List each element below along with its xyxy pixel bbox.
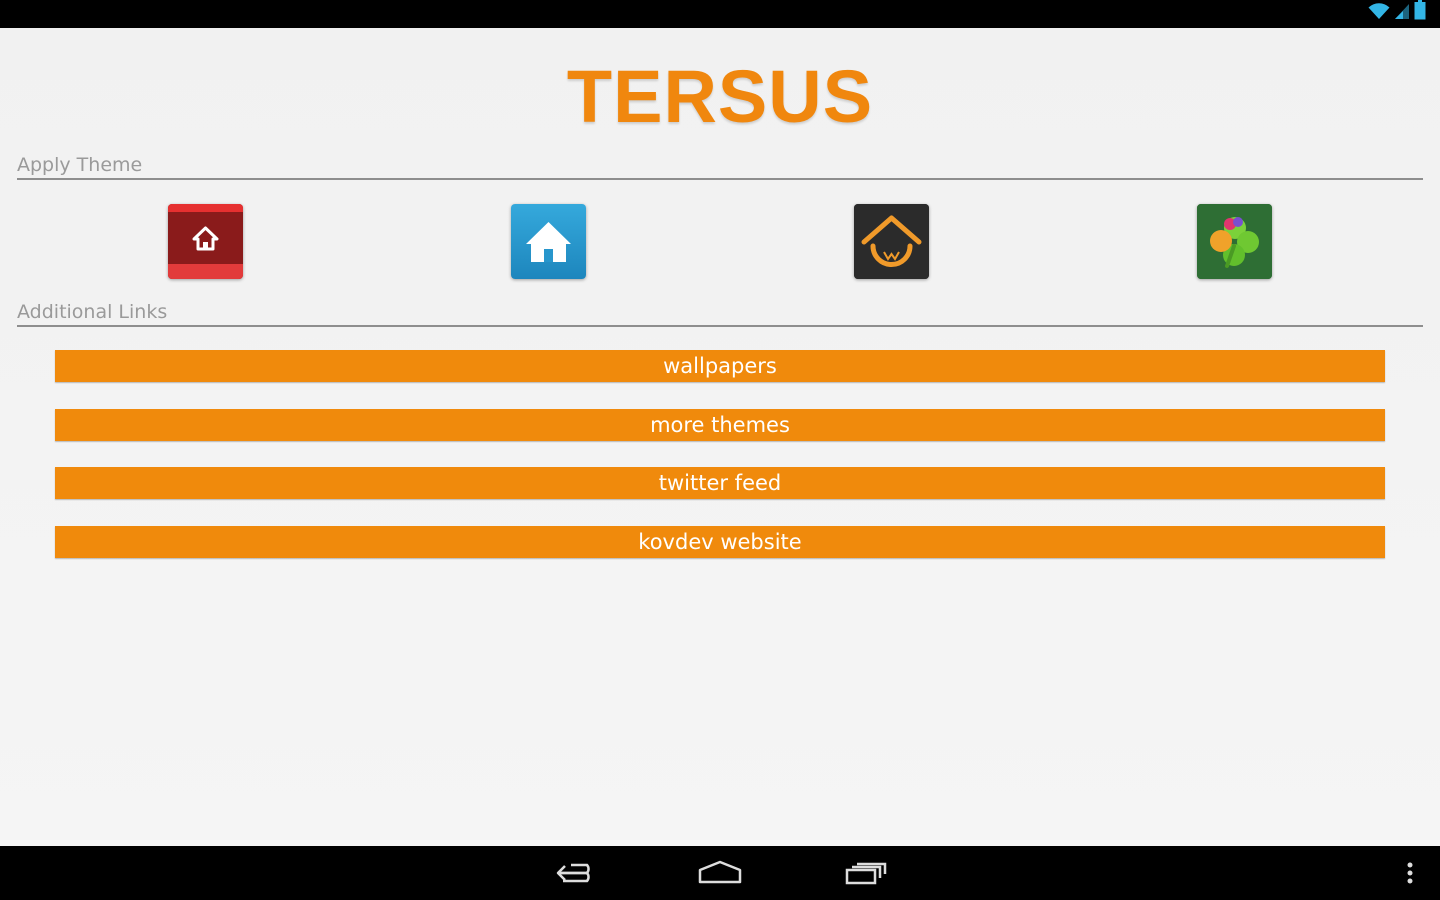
launcher-button-1[interactable]: [168, 204, 243, 279]
dark-house-icon: [854, 204, 929, 279]
wallpapers-button[interactable]: wallpapers: [55, 350, 1385, 382]
back-button[interactable]: [553, 856, 599, 890]
launcher-button-4[interactable]: [1197, 204, 1272, 279]
home-icon: [697, 860, 743, 894]
wifi-icon: [1368, 2, 1390, 24]
recent-apps-button[interactable]: [843, 856, 889, 890]
section-header-additional-links: Additional Links: [17, 301, 1423, 327]
red-house-icon: [168, 204, 243, 279]
clover-icon: [1197, 204, 1272, 279]
menu-icon: [1400, 862, 1420, 894]
launcher-button-3[interactable]: [854, 204, 929, 279]
more-themes-button[interactable]: more themes: [55, 409, 1385, 441]
blue-house-icon: [511, 204, 586, 279]
app-logo: TERSUS: [566, 55, 874, 138]
recent-apps-icon: [843, 862, 889, 894]
twitter-feed-button[interactable]: twitter feed: [55, 467, 1385, 499]
status-bar: [0, 0, 1440, 28]
home-button[interactable]: [697, 856, 743, 890]
navigation-bar: [0, 846, 1440, 900]
battery-icon: [1414, 0, 1426, 24]
app-content: TERSUS Apply Theme Additional Links wall…: [0, 28, 1440, 846]
status-icons: [1368, 0, 1426, 24]
section-header-apply-theme: Apply Theme: [17, 154, 1423, 180]
overflow-menu-button[interactable]: [1400, 856, 1420, 890]
cell-signal-icon: [1394, 2, 1410, 24]
kovdev-website-button[interactable]: kovdev website: [55, 526, 1385, 558]
back-icon: [553, 863, 599, 894]
launcher-button-2[interactable]: [511, 204, 586, 279]
